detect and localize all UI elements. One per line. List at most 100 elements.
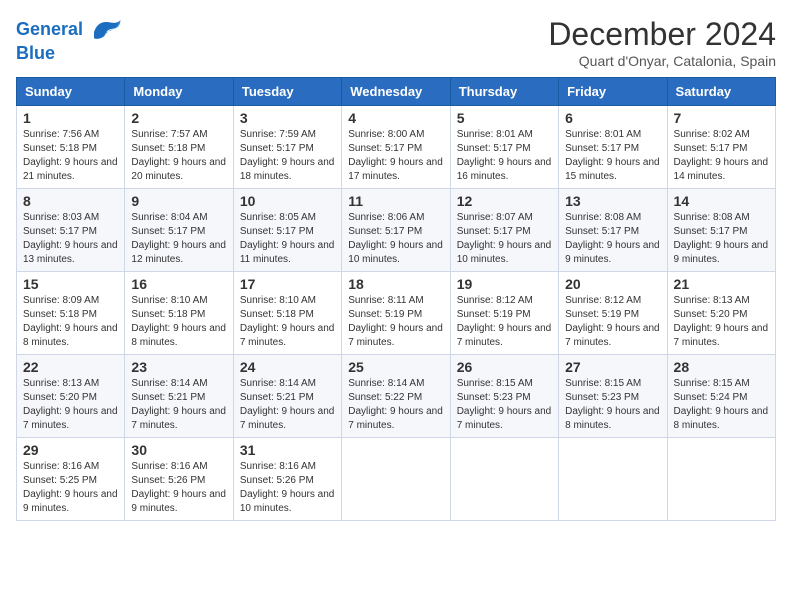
day-number: 24 bbox=[240, 359, 335, 375]
calendar-cell: 13 Sunrise: 8:08 AM Sunset: 5:17 PM Dayl… bbox=[559, 189, 667, 272]
weekday-header: Sunday bbox=[17, 78, 125, 106]
day-number: 8 bbox=[23, 193, 118, 209]
calendar-cell: 16 Sunrise: 8:10 AM Sunset: 5:18 PM Dayl… bbox=[125, 272, 233, 355]
day-info: Sunrise: 8:12 AM Sunset: 5:19 PM Dayligh… bbox=[457, 294, 552, 350]
weekday-header: Friday bbox=[559, 78, 667, 106]
calendar-cell: 19 Sunrise: 8:12 AM Sunset: 5:19 PM Dayl… bbox=[450, 272, 558, 355]
calendar-cell: 11 Sunrise: 8:06 AM Sunset: 5:17 PM Dayl… bbox=[342, 189, 450, 272]
day-info: Sunrise: 8:08 AM Sunset: 5:17 PM Dayligh… bbox=[565, 211, 660, 267]
calendar-cell bbox=[342, 438, 450, 521]
day-number: 18 bbox=[348, 276, 443, 292]
weekday-header: Tuesday bbox=[233, 78, 341, 106]
day-number: 16 bbox=[131, 276, 226, 292]
day-number: 9 bbox=[131, 193, 226, 209]
day-number: 2 bbox=[131, 110, 226, 126]
calendar-cell: 21 Sunrise: 8:13 AM Sunset: 5:20 PM Dayl… bbox=[667, 272, 775, 355]
calendar-table: SundayMondayTuesdayWednesdayThursdayFrid… bbox=[16, 77, 776, 521]
day-number: 30 bbox=[131, 442, 226, 458]
day-number: 7 bbox=[674, 110, 769, 126]
day-number: 11 bbox=[348, 193, 443, 209]
day-info: Sunrise: 8:16 AM Sunset: 5:25 PM Dayligh… bbox=[23, 460, 118, 516]
calendar-cell: 30 Sunrise: 8:16 AM Sunset: 5:26 PM Dayl… bbox=[125, 438, 233, 521]
calendar-week-row: 29 Sunrise: 8:16 AM Sunset: 5:25 PM Dayl… bbox=[17, 438, 776, 521]
title-section: December 2024 Quart d'Onyar, Catalonia, … bbox=[548, 16, 776, 69]
day-number: 19 bbox=[457, 276, 552, 292]
calendar-cell: 1 Sunrise: 7:56 AM Sunset: 5:18 PM Dayli… bbox=[17, 106, 125, 189]
calendar-cell: 28 Sunrise: 8:15 AM Sunset: 5:24 PM Dayl… bbox=[667, 355, 775, 438]
calendar-cell: 8 Sunrise: 8:03 AM Sunset: 5:17 PM Dayli… bbox=[17, 189, 125, 272]
day-number: 21 bbox=[674, 276, 769, 292]
day-number: 29 bbox=[23, 442, 118, 458]
day-info: Sunrise: 7:56 AM Sunset: 5:18 PM Dayligh… bbox=[23, 128, 118, 184]
calendar-cell bbox=[559, 438, 667, 521]
weekday-header-row: SundayMondayTuesdayWednesdayThursdayFrid… bbox=[17, 78, 776, 106]
weekday-header: Monday bbox=[125, 78, 233, 106]
day-number: 23 bbox=[131, 359, 226, 375]
day-info: Sunrise: 8:05 AM Sunset: 5:17 PM Dayligh… bbox=[240, 211, 335, 267]
calendar-cell: 20 Sunrise: 8:12 AM Sunset: 5:19 PM Dayl… bbox=[559, 272, 667, 355]
weekday-header: Saturday bbox=[667, 78, 775, 106]
day-info: Sunrise: 8:02 AM Sunset: 5:17 PM Dayligh… bbox=[674, 128, 769, 184]
month-title: December 2024 bbox=[548, 16, 776, 53]
calendar-cell: 22 Sunrise: 8:13 AM Sunset: 5:20 PM Dayl… bbox=[17, 355, 125, 438]
day-info: Sunrise: 8:04 AM Sunset: 5:17 PM Dayligh… bbox=[131, 211, 226, 267]
day-info: Sunrise: 8:16 AM Sunset: 5:26 PM Dayligh… bbox=[131, 460, 226, 516]
logo-bird-icon bbox=[90, 16, 122, 44]
day-info: Sunrise: 8:15 AM Sunset: 5:24 PM Dayligh… bbox=[674, 377, 769, 433]
calendar-week-row: 8 Sunrise: 8:03 AM Sunset: 5:17 PM Dayli… bbox=[17, 189, 776, 272]
calendar-week-row: 22 Sunrise: 8:13 AM Sunset: 5:20 PM Dayl… bbox=[17, 355, 776, 438]
calendar-cell: 2 Sunrise: 7:57 AM Sunset: 5:18 PM Dayli… bbox=[125, 106, 233, 189]
day-info: Sunrise: 8:07 AM Sunset: 5:17 PM Dayligh… bbox=[457, 211, 552, 267]
day-info: Sunrise: 8:11 AM Sunset: 5:19 PM Dayligh… bbox=[348, 294, 443, 350]
day-number: 10 bbox=[240, 193, 335, 209]
calendar-cell: 12 Sunrise: 8:07 AM Sunset: 5:17 PM Dayl… bbox=[450, 189, 558, 272]
calendar-cell: 10 Sunrise: 8:05 AM Sunset: 5:17 PM Dayl… bbox=[233, 189, 341, 272]
page-header: General Blue December 2024 Quart d'Onyar… bbox=[16, 16, 776, 69]
calendar-cell: 26 Sunrise: 8:15 AM Sunset: 5:23 PM Dayl… bbox=[450, 355, 558, 438]
day-number: 17 bbox=[240, 276, 335, 292]
calendar-cell: 5 Sunrise: 8:01 AM Sunset: 5:17 PM Dayli… bbox=[450, 106, 558, 189]
day-number: 13 bbox=[565, 193, 660, 209]
calendar-cell bbox=[667, 438, 775, 521]
day-number: 12 bbox=[457, 193, 552, 209]
day-info: Sunrise: 8:12 AM Sunset: 5:19 PM Dayligh… bbox=[565, 294, 660, 350]
day-info: Sunrise: 7:59 AM Sunset: 5:17 PM Dayligh… bbox=[240, 128, 335, 184]
day-info: Sunrise: 8:16 AM Sunset: 5:26 PM Dayligh… bbox=[240, 460, 335, 516]
calendar-cell: 23 Sunrise: 8:14 AM Sunset: 5:21 PM Dayl… bbox=[125, 355, 233, 438]
location: Quart d'Onyar, Catalonia, Spain bbox=[548, 53, 776, 69]
day-info: Sunrise: 8:14 AM Sunset: 5:21 PM Dayligh… bbox=[131, 377, 226, 433]
day-number: 5 bbox=[457, 110, 552, 126]
calendar-cell: 18 Sunrise: 8:11 AM Sunset: 5:19 PM Dayl… bbox=[342, 272, 450, 355]
day-number: 31 bbox=[240, 442, 335, 458]
calendar-cell: 7 Sunrise: 8:02 AM Sunset: 5:17 PM Dayli… bbox=[667, 106, 775, 189]
calendar-cell: 24 Sunrise: 8:14 AM Sunset: 5:21 PM Dayl… bbox=[233, 355, 341, 438]
weekday-header: Wednesday bbox=[342, 78, 450, 106]
day-info: Sunrise: 8:01 AM Sunset: 5:17 PM Dayligh… bbox=[565, 128, 660, 184]
day-info: Sunrise: 8:00 AM Sunset: 5:17 PM Dayligh… bbox=[348, 128, 443, 184]
day-info: Sunrise: 8:03 AM Sunset: 5:17 PM Dayligh… bbox=[23, 211, 118, 267]
day-number: 26 bbox=[457, 359, 552, 375]
calendar-cell: 4 Sunrise: 8:00 AM Sunset: 5:17 PM Dayli… bbox=[342, 106, 450, 189]
day-number: 15 bbox=[23, 276, 118, 292]
calendar-cell: 6 Sunrise: 8:01 AM Sunset: 5:17 PM Dayli… bbox=[559, 106, 667, 189]
day-number: 25 bbox=[348, 359, 443, 375]
day-info: Sunrise: 8:14 AM Sunset: 5:22 PM Dayligh… bbox=[348, 377, 443, 433]
calendar-cell: 27 Sunrise: 8:15 AM Sunset: 5:23 PM Dayl… bbox=[559, 355, 667, 438]
day-number: 27 bbox=[565, 359, 660, 375]
calendar-cell: 25 Sunrise: 8:14 AM Sunset: 5:22 PM Dayl… bbox=[342, 355, 450, 438]
day-info: Sunrise: 8:10 AM Sunset: 5:18 PM Dayligh… bbox=[240, 294, 335, 350]
day-number: 4 bbox=[348, 110, 443, 126]
day-number: 14 bbox=[674, 193, 769, 209]
day-info: Sunrise: 8:10 AM Sunset: 5:18 PM Dayligh… bbox=[131, 294, 226, 350]
calendar-week-row: 1 Sunrise: 7:56 AM Sunset: 5:18 PM Dayli… bbox=[17, 106, 776, 189]
calendar-cell bbox=[450, 438, 558, 521]
day-number: 6 bbox=[565, 110, 660, 126]
day-info: Sunrise: 8:09 AM Sunset: 5:18 PM Dayligh… bbox=[23, 294, 118, 350]
logo-text: General Blue bbox=[16, 16, 122, 64]
day-number: 28 bbox=[674, 359, 769, 375]
day-info: Sunrise: 8:08 AM Sunset: 5:17 PM Dayligh… bbox=[674, 211, 769, 267]
weekday-header: Thursday bbox=[450, 78, 558, 106]
day-info: Sunrise: 8:15 AM Sunset: 5:23 PM Dayligh… bbox=[565, 377, 660, 433]
calendar-cell: 3 Sunrise: 7:59 AM Sunset: 5:17 PM Dayli… bbox=[233, 106, 341, 189]
day-number: 1 bbox=[23, 110, 118, 126]
